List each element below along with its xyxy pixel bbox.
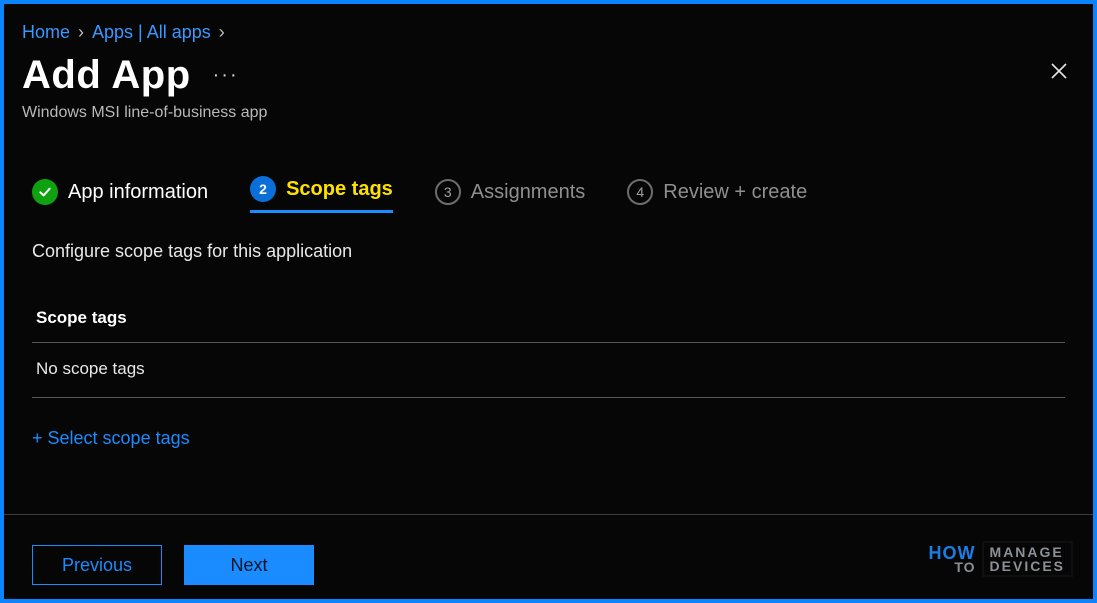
step-scope-tags[interactable]: 2 Scope tags — [250, 176, 393, 213]
watermark-text: TO — [929, 561, 976, 574]
step-review-create[interactable]: 4 Review + create — [627, 179, 807, 213]
next-button[interactable]: Next — [184, 545, 314, 585]
app-frame: Home › Apps | All apps › Add App ··· Win… — [0, 0, 1097, 603]
chevron-right-icon: › — [78, 22, 84, 43]
breadcrumb: Home › Apps | All apps › — [4, 4, 1093, 43]
scope-tags-empty-row: No scope tags — [32, 343, 1065, 398]
scope-tags-header: Scope tags — [32, 308, 1065, 343]
step-label: Review + create — [663, 181, 807, 204]
page-subtitle: Windows MSI line-of-business app — [22, 104, 1075, 122]
page-description: Configure scope tags for this applicatio… — [4, 213, 1093, 262]
watermark: HOW TO MANAGE DEVICES — [929, 541, 1073, 577]
step-number: 2 — [250, 176, 276, 202]
step-label: Scope tags — [286, 178, 393, 201]
previous-button[interactable]: Previous — [32, 545, 162, 585]
watermark-text: MANAGE — [990, 545, 1065, 559]
watermark-box: MANAGE DEVICES — [982, 541, 1073, 577]
checkmark-icon — [32, 179, 58, 205]
step-app-information[interactable]: App information — [32, 179, 208, 213]
close-button[interactable] — [1049, 61, 1069, 87]
watermark-howto: HOW TO — [929, 545, 976, 574]
step-label: App information — [68, 181, 208, 204]
select-scope-tags-link[interactable]: + Select scope tags — [32, 428, 190, 449]
step-number: 3 — [435, 179, 461, 205]
step-number: 4 — [627, 179, 653, 205]
page-header: Add App ··· Windows MSI line-of-business… — [4, 43, 1093, 122]
close-icon — [1049, 61, 1069, 81]
step-label: Assignments — [471, 181, 586, 204]
watermark-text: DEVICES — [990, 559, 1065, 573]
page-title: Add App — [22, 53, 191, 98]
breadcrumb-home[interactable]: Home — [22, 22, 70, 43]
breadcrumb-apps[interactable]: Apps | All apps — [92, 22, 211, 43]
wizard-stepper: App information 2 Scope tags 3 Assignmen… — [4, 122, 1093, 213]
footer-divider — [4, 514, 1093, 515]
chevron-right-icon: › — [219, 22, 225, 43]
more-actions-button[interactable]: ··· — [213, 64, 239, 87]
step-assignments[interactable]: 3 Assignments — [435, 179, 586, 213]
title-row: Add App ··· — [22, 53, 1075, 98]
